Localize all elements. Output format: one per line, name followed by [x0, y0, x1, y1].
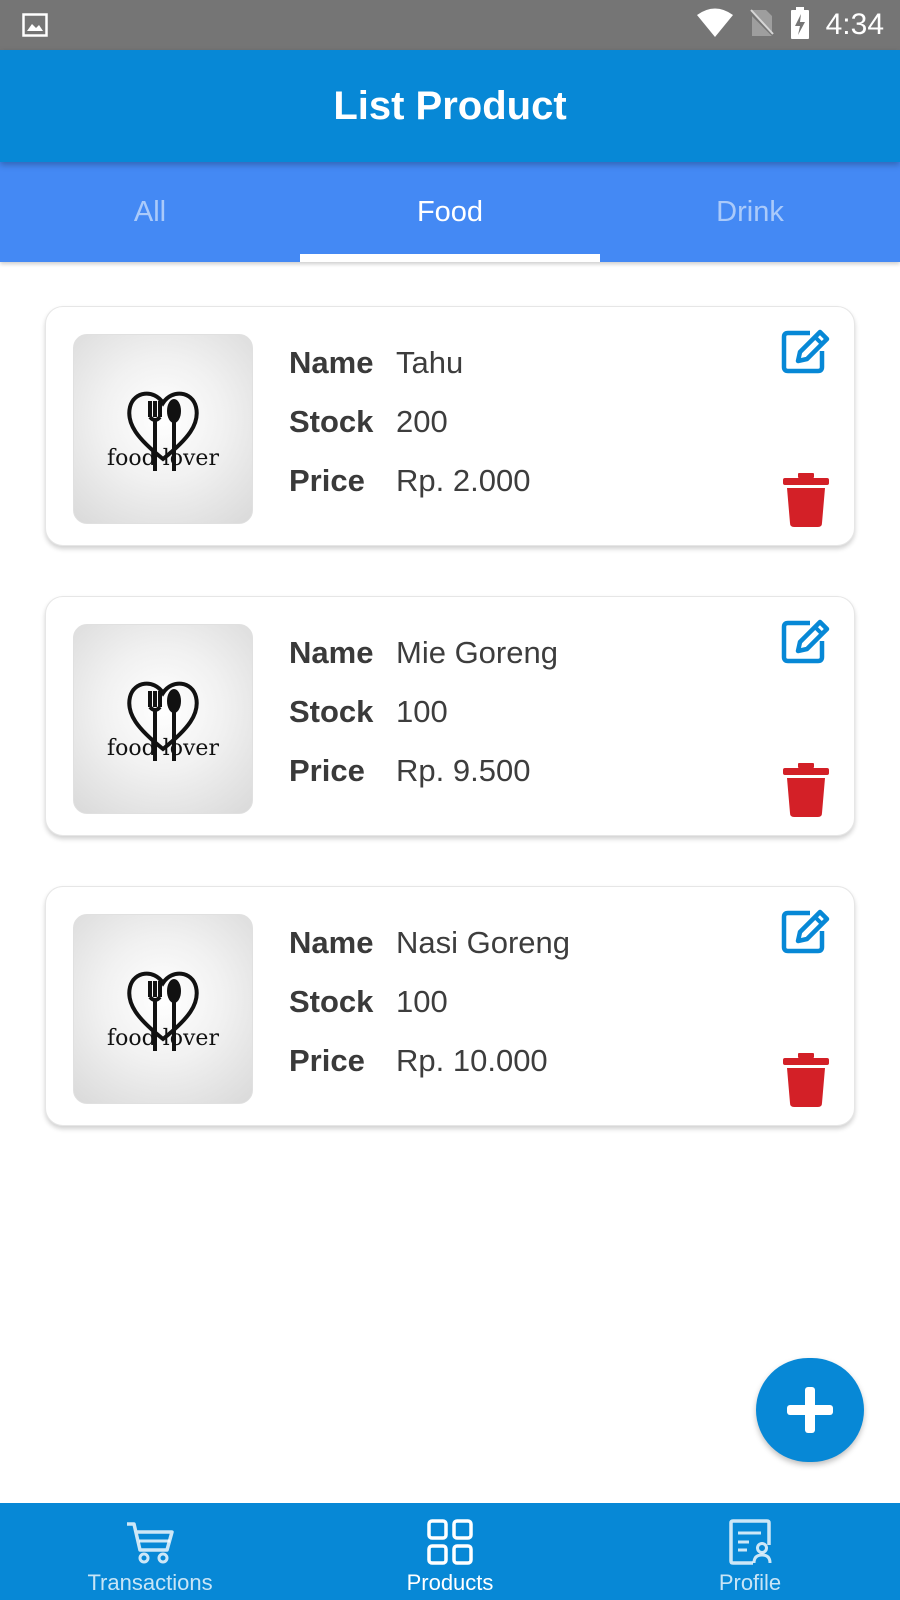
product-price: Rp. 10.000 — [396, 1042, 548, 1078]
price-label: Price — [289, 462, 365, 498]
product-stock: 100 — [396, 693, 448, 729]
edit-icon — [781, 619, 830, 664]
delete-button[interactable] — [778, 761, 834, 819]
trash-icon — [783, 763, 829, 817]
product-stock: 200 — [396, 403, 448, 439]
product-stock: 100 — [396, 983, 448, 1019]
tab-label: Food — [416, 195, 484, 228]
stock-label: Stock — [289, 693, 374, 729]
food-lover-logo: food lover — [107, 391, 219, 471]
clock: 4:34 — [825, 8, 884, 41]
app-bar: List Product — [0, 50, 900, 162]
nav-label: Products — [406, 1570, 494, 1595]
nav-label: Transactions — [87, 1570, 213, 1595]
product-list: food lover Name Tahu Stock 200 Price Rp. 2.… — [45, 306, 855, 1176]
plus-icon — [787, 1387, 833, 1433]
tab-all[interactable]: All — [0, 162, 300, 262]
product-image: food lover — [73, 624, 253, 814]
profile-icon — [727, 1516, 773, 1568]
status-bar: 4:34 — [0, 0, 900, 50]
tab-food[interactable]: Food — [300, 162, 600, 262]
product-name: Mie Goreng — [396, 634, 558, 670]
name-label: Name — [289, 634, 374, 670]
product-price: Rp. 2.000 — [396, 462, 531, 498]
svg-text:food lover: food lover — [107, 1026, 219, 1051]
trash-icon — [783, 473, 829, 527]
product-name: Tahu — [396, 344, 464, 380]
tab-drink[interactable]: Drink — [600, 162, 900, 262]
edit-button[interactable] — [778, 615, 834, 667]
product-name: Nasi Goreng — [396, 924, 571, 960]
product-card: food lover Name Nasi Goreng Stock 100 Pric… — [45, 886, 855, 1126]
nav-item-transactions[interactable]: Transactions — [0, 1503, 300, 1600]
edit-button[interactable] — [778, 325, 834, 377]
product-image: food lover — [73, 914, 253, 1104]
gallery-notification-icon — [22, 13, 48, 42]
price-label: Price — [289, 752, 365, 788]
tab-label: All — [133, 195, 167, 228]
delete-button[interactable] — [778, 471, 834, 529]
delete-button[interactable] — [778, 1051, 834, 1109]
product-image: food lover — [73, 334, 253, 524]
wifi-icon — [696, 8, 734, 43]
category-tabs: All Food Drink — [0, 162, 900, 262]
nav-label: Profile — [718, 1570, 782, 1595]
tab-label: Drink — [716, 195, 784, 228]
name-label: Name — [289, 924, 374, 960]
product-card: food lover Name Tahu Stock 200 Price Rp. 2.… — [45, 306, 855, 546]
food-lover-logo: food lover — [107, 971, 219, 1051]
price-label: Price — [289, 1042, 365, 1078]
product-card: food lover Name Mie Goreng Stock 100 Price… — [45, 596, 855, 836]
nav-item-profile[interactable]: Profile — [600, 1503, 900, 1600]
product-price: Rp. 9.500 — [396, 752, 531, 788]
name-label: Name — [289, 344, 374, 380]
edit-icon — [781, 329, 830, 374]
svg-text:food lover: food lover — [107, 736, 219, 761]
nav-item-products[interactable]: Products — [300, 1503, 600, 1600]
edit-button[interactable] — [778, 905, 834, 957]
trash-icon — [783, 1053, 829, 1107]
svg-text:food lover: food lover — [107, 446, 219, 471]
cart-icon — [125, 1516, 175, 1568]
add-product-button[interactable] — [756, 1358, 864, 1462]
stock-label: Stock — [289, 403, 374, 439]
no-sim-icon — [748, 8, 775, 43]
battery-charging-icon — [790, 6, 810, 44]
stock-label: Stock — [289, 983, 374, 1019]
bottom-navigation: Transactions Products Profile — [0, 1503, 900, 1600]
grid-icon — [427, 1516, 473, 1568]
page-title: List Product — [333, 83, 567, 128]
edit-icon — [781, 909, 830, 954]
food-lover-logo: food lover — [107, 681, 219, 761]
